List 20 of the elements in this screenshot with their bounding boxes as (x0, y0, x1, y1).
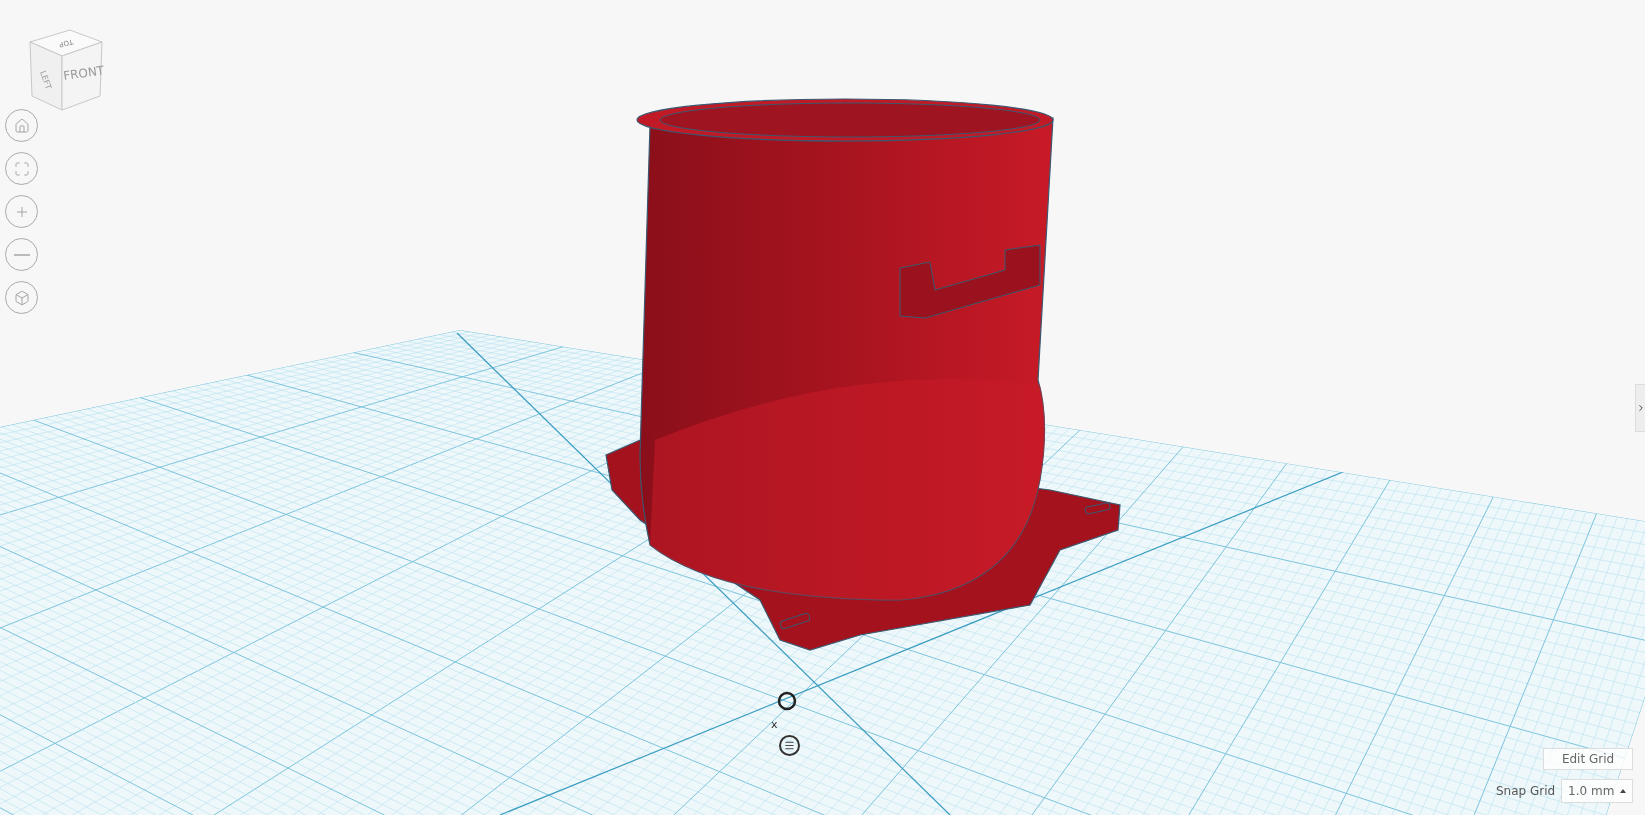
zoom-out-icon (13, 253, 30, 256)
view-cube-front-label: FRONT (62, 63, 105, 83)
view-cube-drawing[interactable] (29, 29, 103, 111)
snap-grid-select[interactable]: 1.0 mm (1561, 779, 1634, 803)
zoom-in-button[interactable] (5, 195, 38, 228)
home-icon (13, 117, 30, 134)
side-panel-toggle[interactable] (1635, 384, 1645, 432)
origin-menu-icon[interactable] (779, 735, 800, 756)
axis-label: x (771, 717, 778, 733)
cube-button[interactable] (5, 281, 38, 314)
fit-view-icon (13, 160, 30, 177)
edit-grid-button[interactable]: Edit Grid (1543, 748, 1633, 770)
zoom-out-button[interactable] (5, 238, 38, 271)
fit-view-button[interactable] (5, 152, 38, 185)
origin-marker-icon[interactable] (777, 691, 797, 711)
cube-icon (13, 289, 30, 306)
home-button[interactable] (5, 109, 38, 142)
view-cube-left-label: LEFT (38, 69, 54, 91)
snap-grid-label: Snap Grid (1496, 783, 1556, 800)
caret-up-icon (1620, 789, 1627, 793)
